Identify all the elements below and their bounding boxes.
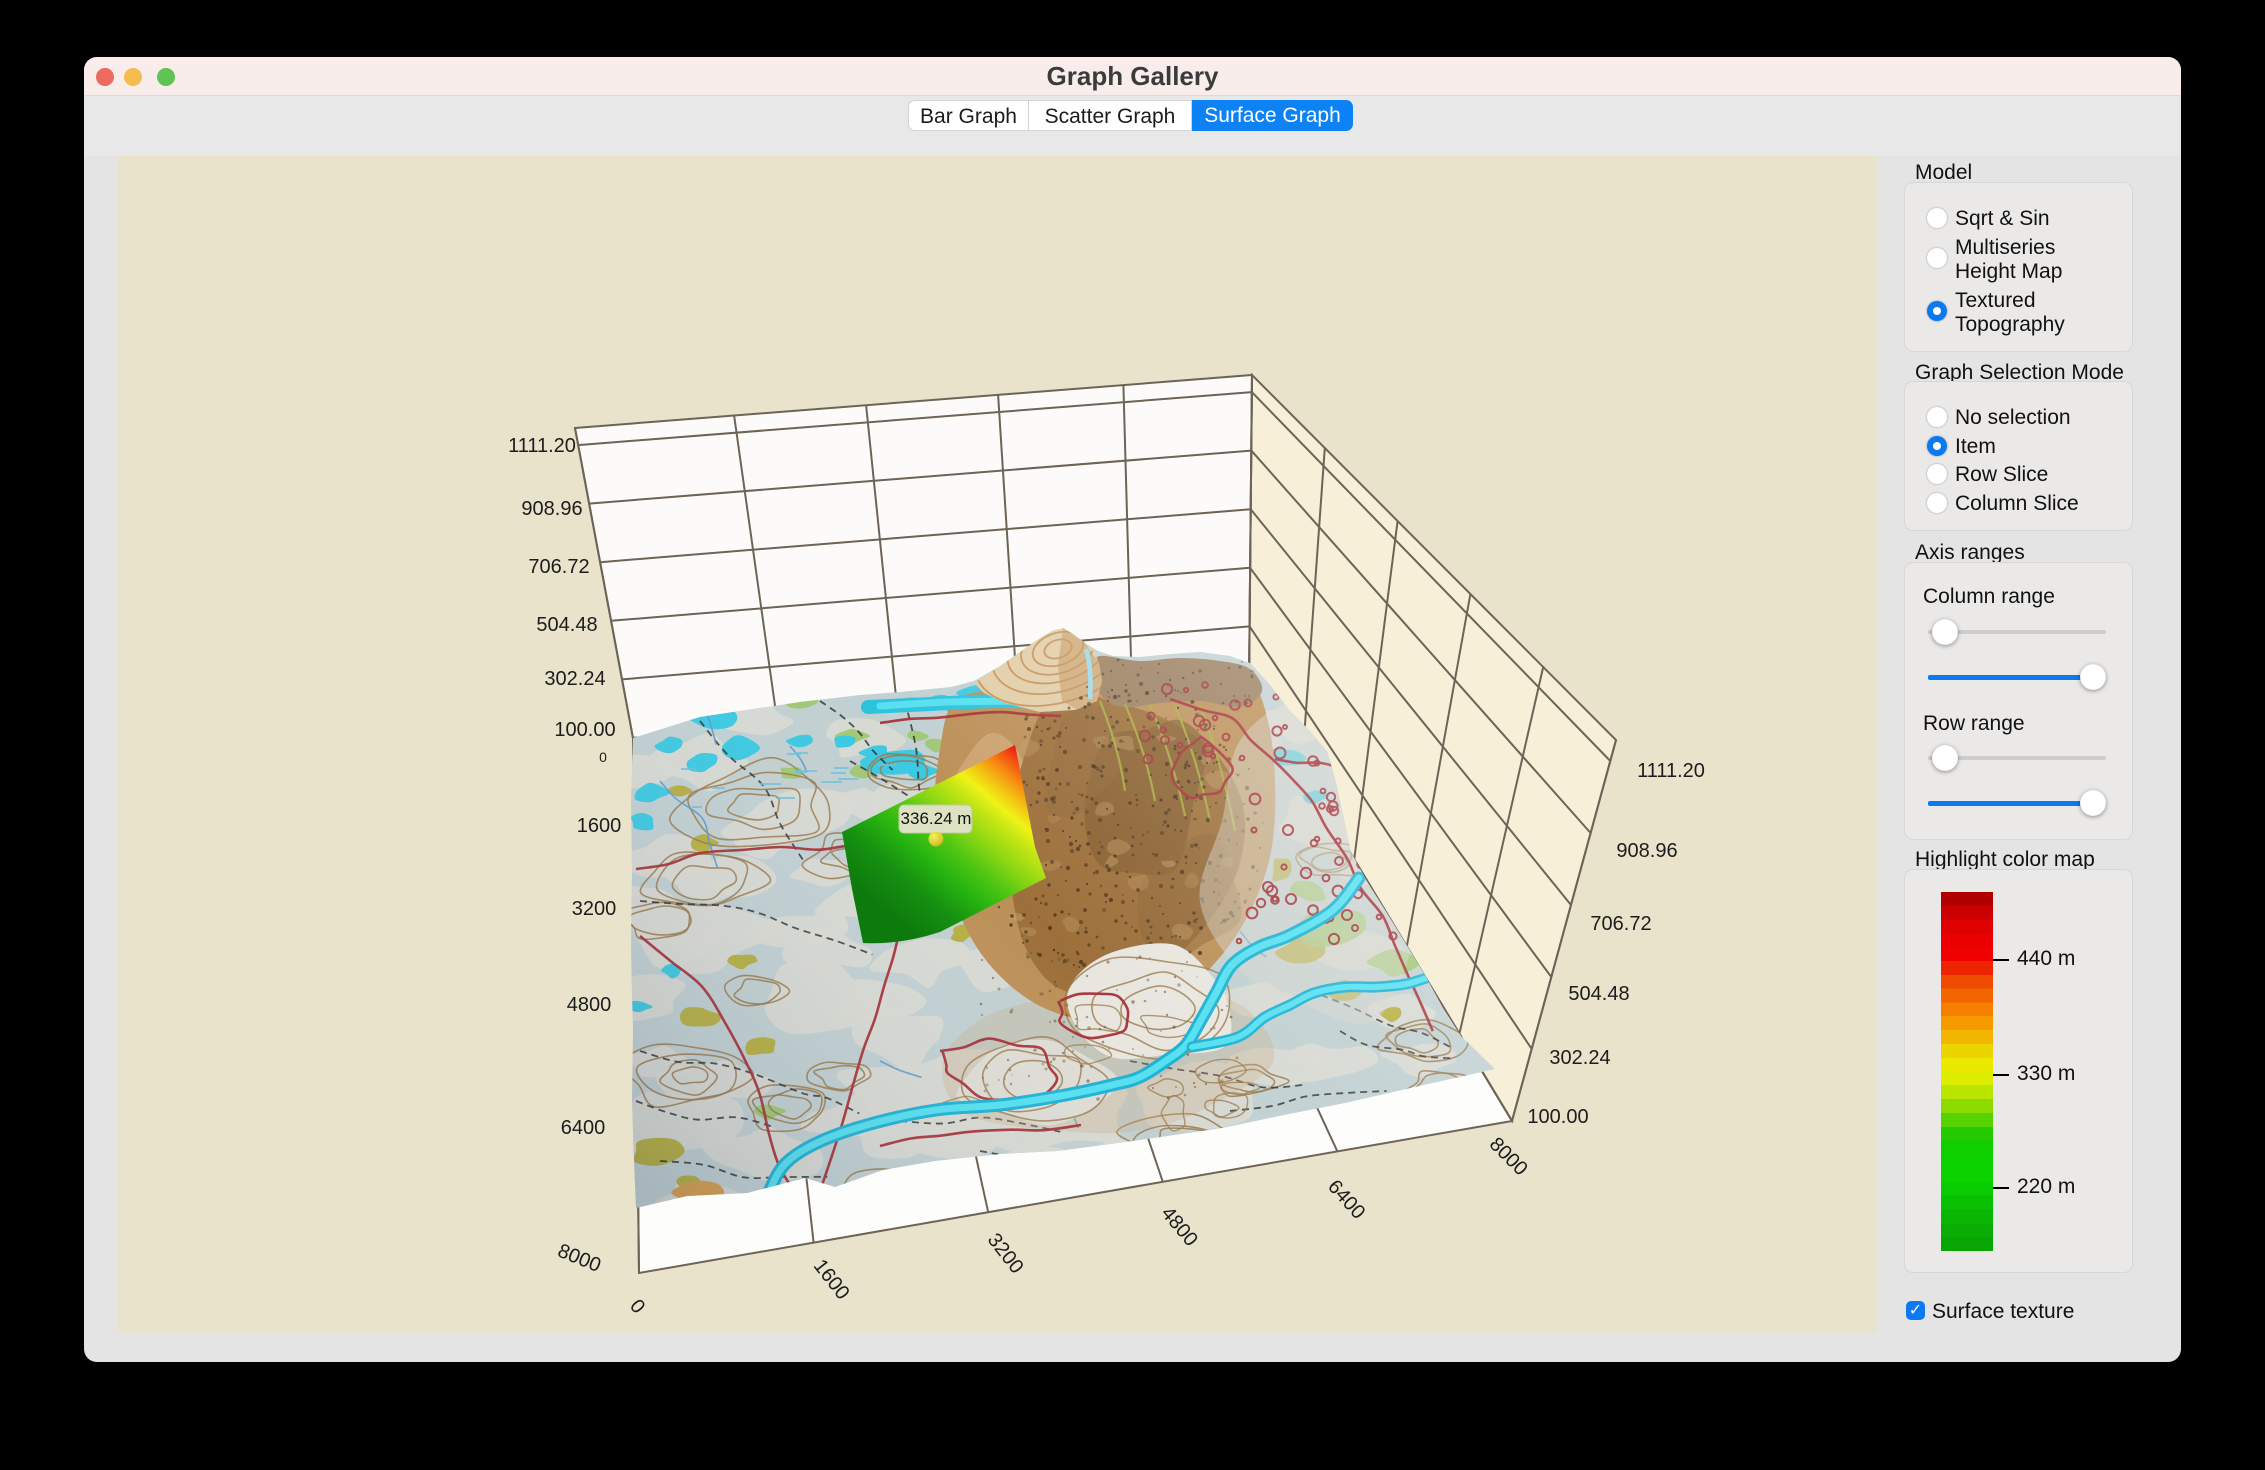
svg-text:908.96: 908.96 (1616, 840, 1677, 862)
svg-text:1111.20: 1111.20 (508, 435, 576, 457)
svg-text:3200: 3200 (572, 898, 617, 920)
svg-text:908.96: 908.96 (521, 498, 582, 520)
svg-text:302.24: 302.24 (544, 668, 605, 690)
svg-text:4800: 4800 (567, 994, 612, 1016)
svg-text:302.24: 302.24 (1549, 1047, 1610, 1069)
svg-text:1111.20: 1111.20 (1637, 760, 1705, 782)
svg-text:504.48: 504.48 (1568, 983, 1629, 1005)
svg-text:706.72: 706.72 (528, 556, 589, 578)
svg-text:6400: 6400 (561, 1117, 606, 1139)
svg-text:504.48: 504.48 (536, 614, 597, 636)
svg-text:100.00: 100.00 (554, 719, 615, 741)
svg-text:336.24 m: 336.24 m (901, 809, 972, 828)
svg-text:0: 0 (599, 749, 607, 765)
svg-text:100.00: 100.00 (1527, 1106, 1588, 1128)
svg-text:1600: 1600 (577, 815, 622, 837)
svg-text:706.72: 706.72 (1590, 913, 1651, 935)
